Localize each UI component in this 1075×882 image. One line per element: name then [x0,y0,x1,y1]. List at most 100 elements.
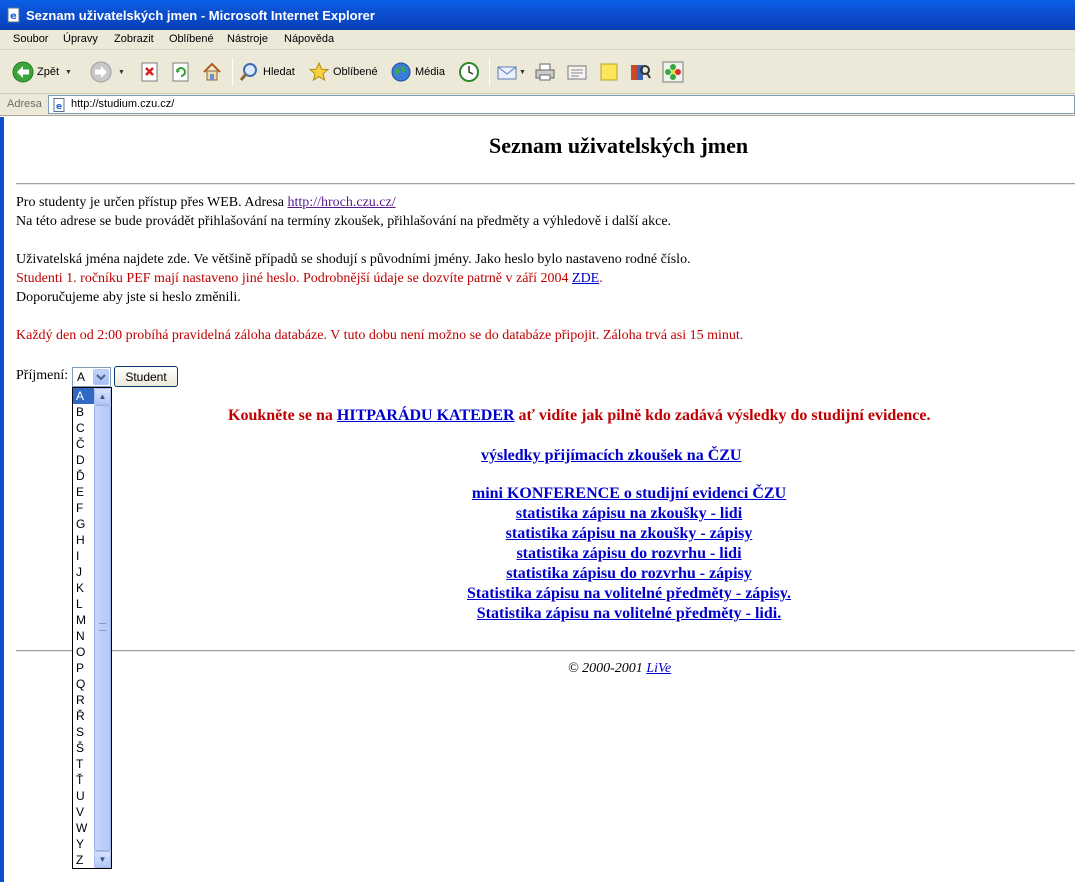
letter-option[interactable]: E [73,484,95,500]
divider [16,650,1075,652]
address-url: http://studium.czu.cz/ [71,98,175,110]
letter-option[interactable]: J [73,564,95,580]
home-button[interactable] [201,59,223,85]
letter-option[interactable]: A [73,388,95,404]
letter-option[interactable]: V [73,804,95,820]
letter-option[interactable]: N [73,628,95,644]
conference-link[interactable]: mini KONFERENCE o studijní evidenci ČZU [472,485,786,502]
hitparade-link[interactable]: HITPARÁDU KATEDER [337,407,515,424]
back-button[interactable]: Zpět ▼ [12,59,72,85]
forward-dropdown-icon[interactable]: ▼ [118,69,125,76]
research-button[interactable] [629,59,651,85]
letter-option[interactable]: T [73,756,95,772]
hroch-link[interactable]: http://hroch.czu.cz/ [288,195,396,210]
star-icon [308,61,330,82]
menu-tools[interactable]: Nástroje [227,33,268,45]
letter-option[interactable]: H [73,532,95,548]
letter-option[interactable]: O [73,644,95,660]
letter-option[interactable]: Y [73,836,95,852]
stop-button[interactable] [139,59,161,85]
elective-stats-people-link[interactable]: Statistika zápisu na volitelné předměty … [477,605,781,622]
exam-stats-people-link[interactable]: statistika zápisu na zkoušky - lidi [516,505,742,522]
letter-option[interactable]: Ď [73,468,95,484]
letter-option[interactable]: Š [73,740,95,756]
hitparade-after: ať vidíte jak pilně kdo zadává výsledky … [514,407,931,424]
scroll-up-icon[interactable]: ▲ [94,388,111,405]
letter-option[interactable]: P [73,660,95,676]
edit-page-icon [567,65,587,80]
back-dropdown-icon[interactable]: ▼ [65,69,72,76]
intro-text: Pro studenty je určen přístup přes WEB. … [16,195,288,210]
address-bar: Adresa e http://studium.czu.cz/ [0,94,1075,116]
divider [16,183,1075,185]
address-label: Adresa [7,98,42,110]
history-button[interactable] [458,59,480,85]
schedule-stats-people-link[interactable]: statistika zápisu do rozvrhu - lidi [516,545,741,562]
live-link[interactable]: LiVe [646,661,671,676]
letter-option[interactable]: G [73,516,95,532]
letter-option[interactable]: Ť [73,772,95,788]
footer-copyright: © 2000-2001 [568,661,647,676]
mail-button[interactable]: ▼ [496,59,526,85]
note-icon [600,63,618,81]
letter-option[interactable]: Č [73,436,95,452]
letter-option[interactable]: Z [73,852,95,868]
schedule-stats-entries-link[interactable]: statistika zápisu do rozvrhu - zápisy [506,565,752,582]
favorites-label: Oblíbené [333,66,378,78]
menu-edit[interactable]: Úpravy [63,33,98,45]
home-icon [203,62,221,81]
scrollbar-thumb[interactable] [94,405,111,851]
menu-file[interactable]: Soubor [13,33,48,45]
page-title: Seznam uživatelských jmen [489,133,749,158]
search-button[interactable]: Hledat [238,59,295,85]
letter-option[interactable]: U [73,788,95,804]
letter-option[interactable]: M [73,612,95,628]
letter-option[interactable]: S [73,724,95,740]
mail-dropdown-icon[interactable]: ▼ [519,69,526,76]
letter-dropdown-list[interactable]: ABCČDĎEFGHIJKLMNOPQRŘSŠTŤUVWYZ ▲ ▼ [72,387,112,869]
letter-option[interactable]: R [73,692,95,708]
chevron-down-icon[interactable] [93,369,109,385]
letter-options: ABCČDĎEFGHIJKLMNOPQRŘSŠTŤUVWYZ [73,388,95,868]
letter-option[interactable]: K [73,580,95,596]
pef-notice-text: Studenti 1. ročníku PEF mají nastaveno j… [16,271,573,286]
discuss-button[interactable] [598,59,620,85]
refresh-button[interactable] [170,59,192,85]
letter-option[interactable]: B [73,404,95,420]
ie-page-icon: e [53,98,65,112]
hitparade-before: Koukněte se na [228,407,337,424]
surname-letter-select[interactable]: A [72,367,111,387]
admission-results-link[interactable]: výsledky přijímacích zkoušek na ČZU [481,447,741,465]
search-label: Hledat [263,66,295,78]
exam-stats-entries-link[interactable]: statistika zápisu na zkoušky - zápisy [506,525,753,542]
edit-button[interactable] [566,59,588,85]
letter-option[interactable]: Ř [73,708,95,724]
letter-option[interactable]: W [73,820,95,836]
icq-button[interactable] [662,59,684,85]
forward-button[interactable]: ▼ [90,59,125,85]
intro-line: Pro studenty je určen přístup přes WEB. … [16,195,396,211]
letter-option[interactable]: L [73,596,95,612]
forward-arrow-icon [90,61,112,83]
favorites-button[interactable]: Oblíbené [308,59,378,85]
list-scrollbar[interactable]: ▲ ▼ [94,388,111,868]
student-button[interactable]: Student [114,366,178,387]
letter-option[interactable]: D [73,452,95,468]
scroll-down-icon[interactable]: ▼ [94,851,111,868]
elective-stats-entries-link[interactable]: Statistika zápisu na volitelné předměty … [467,585,791,602]
media-button[interactable]: Média [390,59,445,85]
menu-favorites[interactable]: Oblíbené [169,33,214,45]
usernames-line: Uživatelská jména najdete zde. Ve většin… [16,252,691,267]
letter-option[interactable]: I [73,548,95,564]
svg-text:e: e [10,11,17,22]
zde-link[interactable]: ZDE [572,271,599,286]
letter-option[interactable]: C [73,420,95,436]
letter-option[interactable]: F [73,500,95,516]
address-input[interactable]: e http://studium.czu.cz/ [48,95,1075,114]
media-label: Média [415,66,445,78]
menu-view[interactable]: Zobrazit [114,33,154,45]
letter-option[interactable]: Q [73,676,95,692]
print-button[interactable] [534,59,556,85]
selected-letter: A [77,370,86,384]
menu-help[interactable]: Nápověda [284,33,334,45]
